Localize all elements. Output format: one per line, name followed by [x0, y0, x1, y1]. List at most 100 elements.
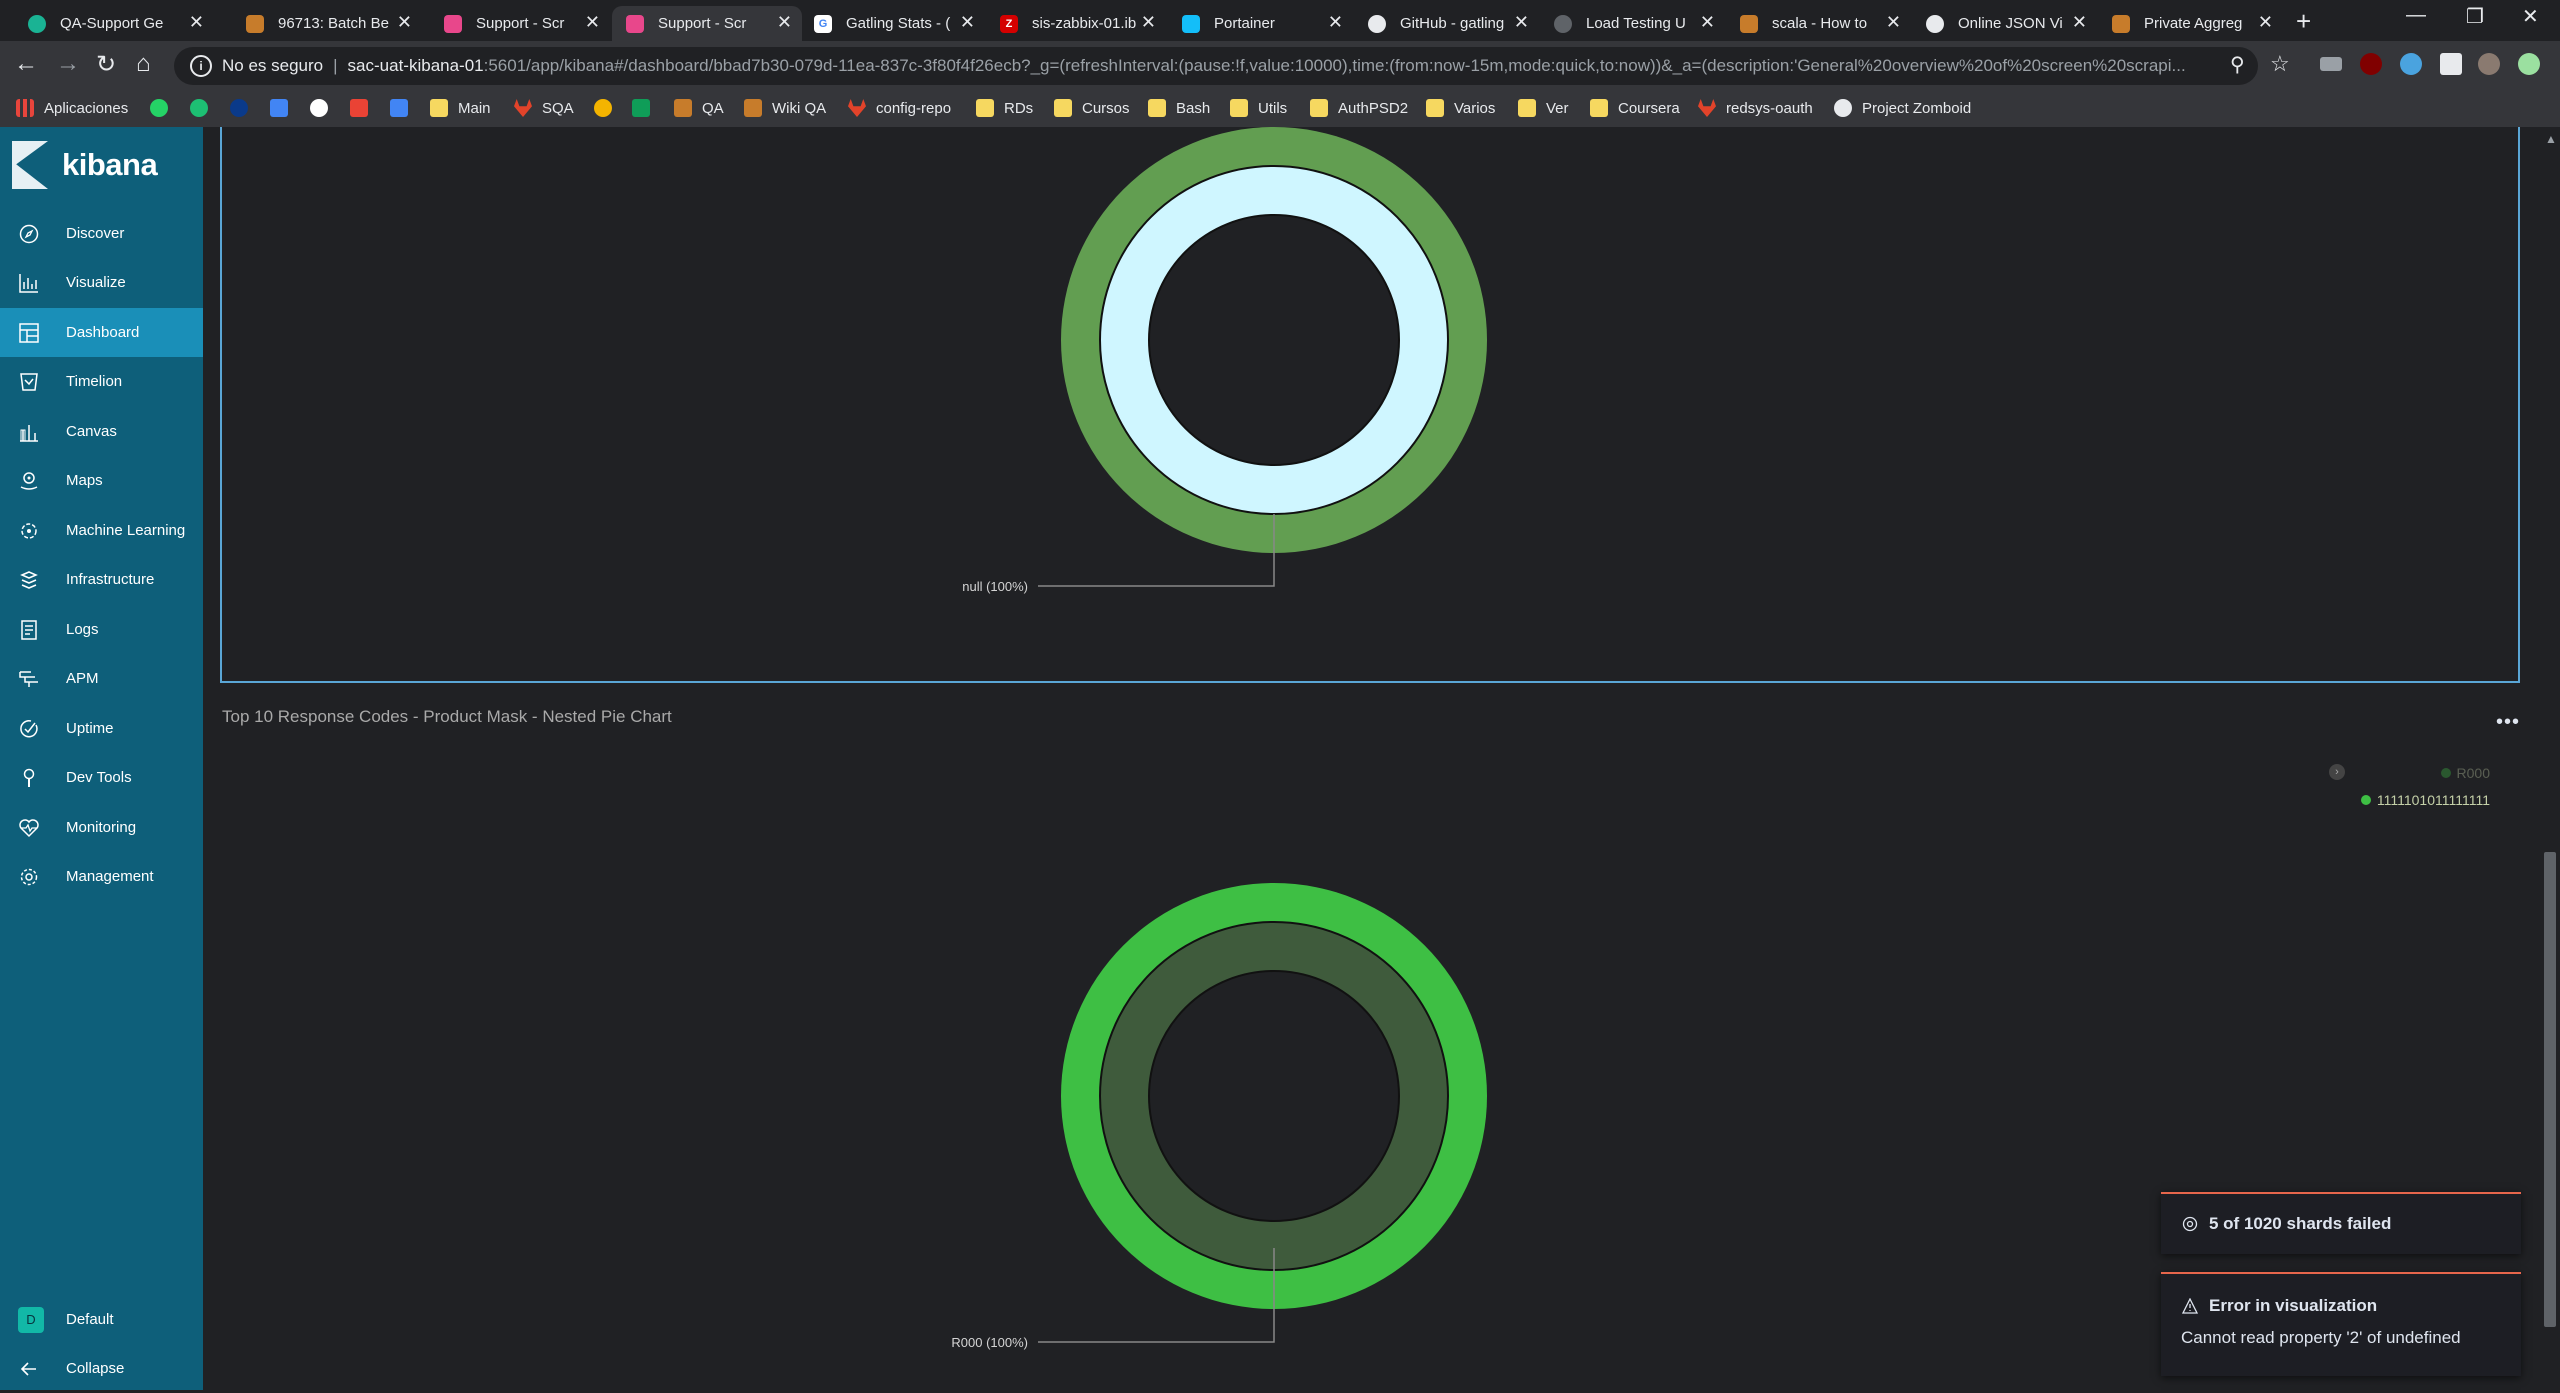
- browser-tab-active[interactable]: Support - Scr ✕: [612, 6, 802, 41]
- toast-shards-failed[interactable]: 5 of 1020 shards failed: [2161, 1192, 2521, 1254]
- bookmark-coursera[interactable]: Coursera: [1590, 99, 1680, 117]
- browser-tab[interactable]: Online JSON Vi ✕: [1912, 6, 2097, 41]
- close-icon[interactable]: ✕: [777, 12, 792, 33]
- browser-tab[interactable]: Portainer ✕: [1168, 6, 1353, 41]
- url-host: sac-uat-kibana-01: [347, 56, 484, 75]
- bookmark-apps[interactable]: Aplicaciones: [16, 99, 128, 117]
- home-icon[interactable]: ⌂: [136, 50, 151, 78]
- bookmark-main[interactable]: Main: [430, 99, 491, 117]
- close-icon[interactable]: ✕: [585, 12, 600, 33]
- bookmark-sqa[interactable]: SQA: [514, 99, 574, 117]
- browser-tab-bar: QA-Support Ge ✕ 96713: Batch Be ✕ Support …: [0, 0, 2560, 41]
- collapse-button[interactable]: Collapse: [0, 1344, 203, 1393]
- close-icon[interactable]: ✕: [397, 12, 412, 33]
- alert-icon: [2181, 1215, 2199, 1233]
- bookmark-authpsd2[interactable]: AuthPSD2: [1310, 99, 1408, 117]
- bookmark-gmail[interactable]: [350, 99, 378, 117]
- close-icon[interactable]: ✕: [2258, 12, 2273, 33]
- star-icon[interactable]: ☆: [2270, 51, 2290, 77]
- zoom-icon[interactable]: ⚲: [2230, 52, 2245, 77]
- nav-item-logs[interactable]: Logs: [0, 605, 203, 654]
- nav-item-infrastructure[interactable]: Infrastructure: [0, 555, 203, 604]
- browser-tab[interactable]: GitHub - gatling ✕: [1354, 6, 1539, 41]
- bookmark-utils[interactable]: Utils: [1230, 99, 1287, 117]
- nav-item-management[interactable]: Management: [0, 852, 203, 901]
- bookmark-google[interactable]: [310, 99, 338, 117]
- bookmark-config-repo[interactable]: config-repo: [848, 99, 951, 117]
- extension-icon[interactable]: [2320, 57, 2342, 71]
- space-avatar: D: [18, 1306, 44, 1333]
- bookmark-sheets[interactable]: [632, 99, 660, 117]
- bookmark-qa[interactable]: QA: [674, 99, 724, 117]
- close-icon[interactable]: ✕: [2072, 12, 2087, 33]
- close-icon[interactable]: ✕: [960, 12, 975, 33]
- bookmark-whatsapp[interactable]: [150, 99, 178, 117]
- forward-icon[interactable]: →: [56, 50, 80, 78]
- restore-icon[interactable]: ❐: [2466, 4, 2484, 29]
- nav-item-visualize[interactable]: Visualize: [0, 258, 203, 307]
- toast-visualization-error[interactable]: Error in visualization Cannot read prope…: [2161, 1272, 2521, 1376]
- panel-title: Top 10 Response Codes - Product Mask - N…: [222, 707, 672, 726]
- back-icon[interactable]: ←: [14, 50, 38, 78]
- info-icon[interactable]: i: [190, 55, 212, 77]
- bookmark-project-zomboid[interactable]: Project Zomboid: [1834, 99, 1971, 117]
- space-selector[interactable]: D Default: [0, 1295, 203, 1344]
- nav-item-dashboard[interactable]: Dashboard: [0, 308, 203, 357]
- kibana-logo[interactable]: kibana: [12, 141, 158, 189]
- panel-options-icon[interactable]: •••: [2496, 711, 2520, 734]
- bookmark-rds[interactable]: RDs: [976, 99, 1033, 117]
- avatar[interactable]: [2478, 53, 2500, 75]
- nav-item-dev-tools[interactable]: Dev Tools: [0, 753, 203, 802]
- bookmark-hand[interactable]: [594, 99, 622, 117]
- close-icon[interactable]: ✕: [1141, 12, 1156, 33]
- close-icon[interactable]: ✕: [189, 12, 204, 33]
- close-icon[interactable]: ✕: [1514, 12, 1529, 33]
- bookmark-varios[interactable]: Varios: [1426, 99, 1495, 117]
- close-icon[interactable]: ✕: [1328, 12, 1343, 33]
- browser-tab[interactable]: scala - How to ✕: [1726, 6, 1911, 41]
- bookmark-cursos[interactable]: Cursos: [1054, 99, 1130, 117]
- update-icon[interactable]: [2518, 53, 2540, 75]
- bookmark-translate[interactable]: [270, 99, 298, 117]
- bookmark-wiki-qa[interactable]: Wiki QA: [744, 99, 826, 117]
- bookmark-chat[interactable]: [190, 99, 218, 117]
- browser-tab[interactable]: Support - Scr ✕: [430, 6, 610, 41]
- browser-tab[interactable]: Private Aggreg ✕: [2098, 6, 2283, 41]
- close-icon[interactable]: ✕: [1886, 12, 1901, 33]
- browser-tab[interactable]: G Gatling Stats - (✕: [800, 6, 985, 41]
- browser-tab[interactable]: QA-Support Ge ✕: [14, 6, 214, 41]
- close-window-icon[interactable]: ✕: [2522, 4, 2539, 29]
- page-scrollbar[interactable]: ▲: [2540, 127, 2560, 1390]
- url-field[interactable]: i No es seguro | sac-uat-kibana-01 :5601…: [174, 47, 2258, 85]
- nav-item-canvas[interactable]: Canvas: [0, 407, 203, 456]
- nav-item-monitoring[interactable]: Monitoring: [0, 803, 203, 852]
- folder-icon: [1590, 99, 1608, 117]
- browser-tab[interactable]: 96713: Batch Be ✕: [232, 6, 422, 41]
- minimize-icon[interactable]: —: [2406, 4, 2426, 27]
- nav-item-uptime[interactable]: Uptime: [0, 704, 203, 753]
- puzzle-icon[interactable]: [2440, 53, 2462, 75]
- nav-item-maps[interactable]: Maps: [0, 456, 203, 505]
- close-icon[interactable]: ✕: [1700, 12, 1715, 33]
- jira-icon: [1740, 15, 1758, 33]
- bookmark-ver[interactable]: Ver: [1518, 99, 1569, 117]
- reload-icon[interactable]: ↻: [96, 50, 116, 79]
- bookmark-redsys-oauth[interactable]: redsys-oauth: [1698, 99, 1813, 117]
- slice-label-1: null (100%): [962, 579, 1028, 594]
- nav-item-machine-learning[interactable]: Machine Learning: [0, 506, 203, 555]
- browser-tab[interactable]: Zsis-zabbix-01.ib ✕: [986, 6, 1166, 41]
- circle-teal-icon: [28, 15, 46, 33]
- bookmark-link[interactable]: [230, 99, 258, 117]
- infrastructure-icon: [18, 569, 40, 591]
- bookmark-bash[interactable]: Bash: [1148, 99, 1210, 117]
- scrollbar-thumb[interactable]: [2544, 852, 2556, 1327]
- ublock-icon[interactable]: [2360, 53, 2382, 75]
- extension-icon[interactable]: [2400, 53, 2422, 75]
- new-tab-button[interactable]: +: [2296, 6, 2311, 37]
- nav-item-discover[interactable]: Discover: [0, 209, 203, 258]
- browser-tab[interactable]: Load Testing U ✕: [1540, 6, 1725, 41]
- nav-item-timelion[interactable]: Timelion: [0, 357, 203, 406]
- scroll-up-icon[interactable]: ▲: [2545, 132, 2557, 146]
- bookmark-calendar[interactable]: [390, 99, 418, 117]
- nav-item-apm[interactable]: APM: [0, 654, 203, 703]
